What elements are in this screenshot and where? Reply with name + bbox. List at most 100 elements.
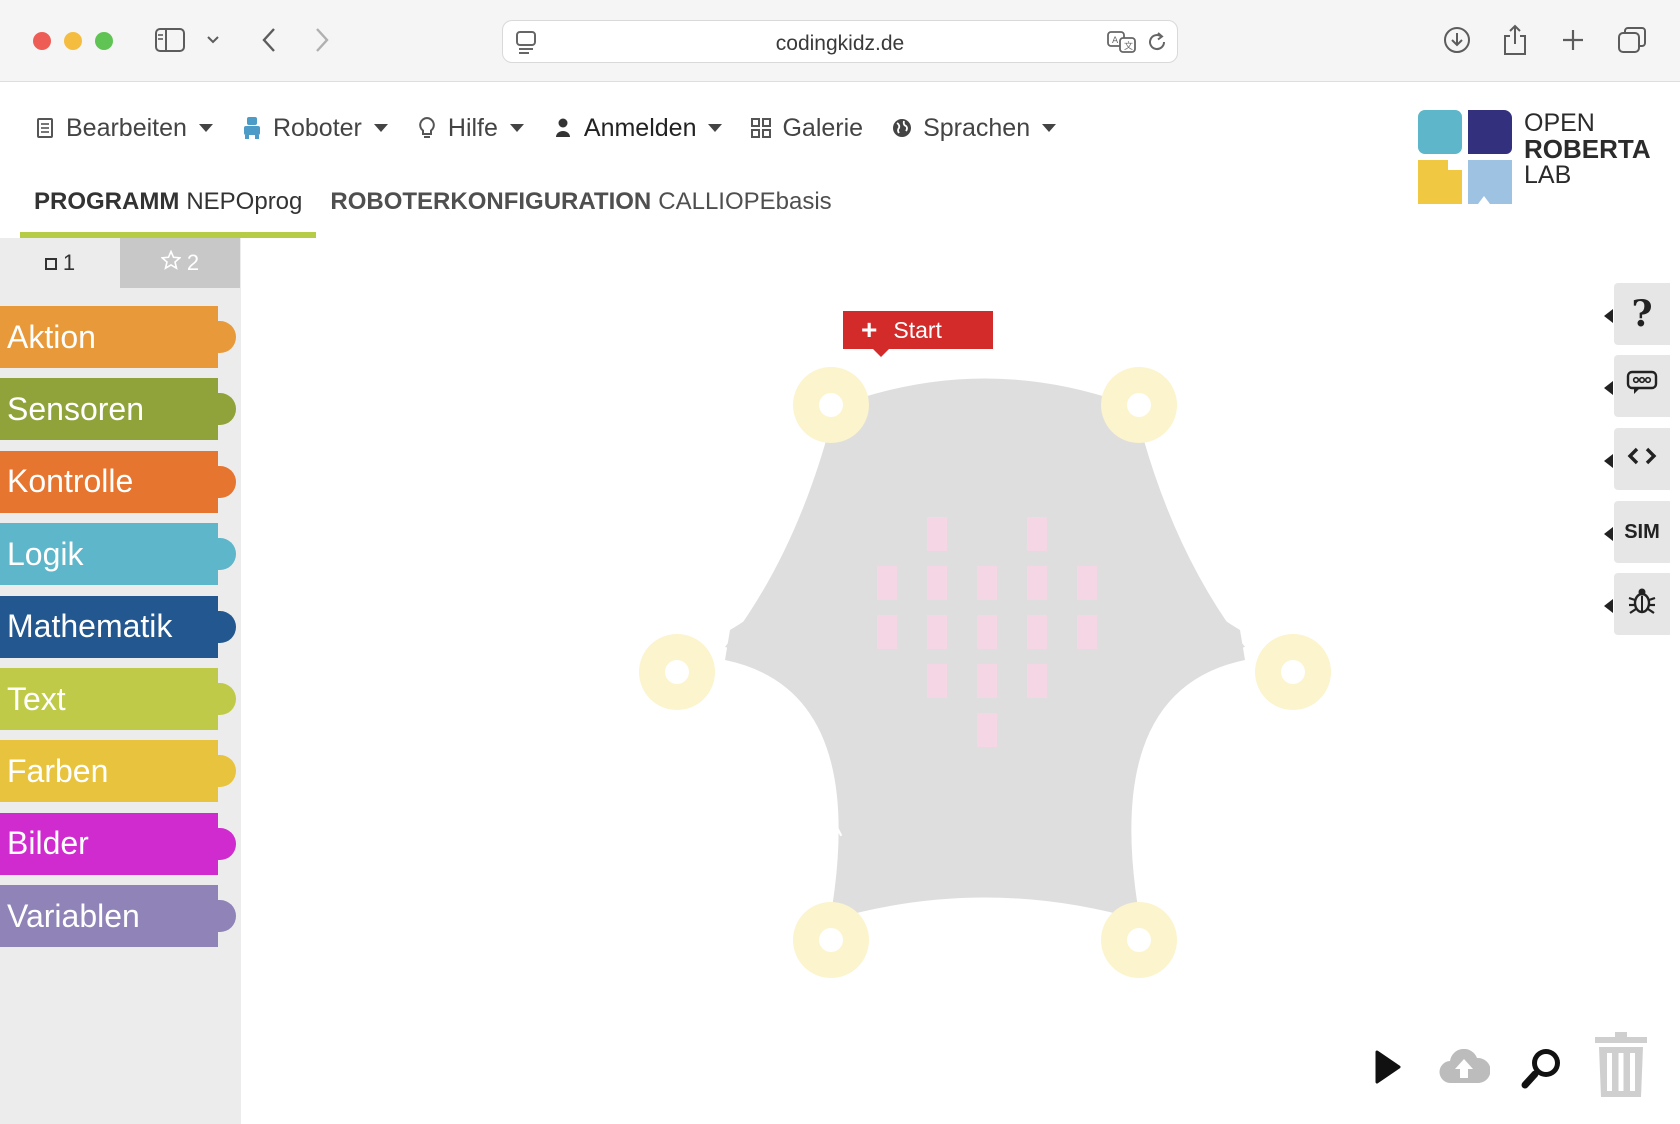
grid-icon <box>750 116 772 140</box>
close-window-button[interactable] <box>33 32 51 50</box>
toolbox-level-tabs: 1 2 <box>0 238 241 288</box>
robot-icon <box>241 116 263 140</box>
menu-sprachen-label: Sprachen <box>923 113 1031 142</box>
sim-label: SIM <box>1624 520 1660 543</box>
start-block-label: Start <box>893 316 942 343</box>
tab-robot-config[interactable]: ROBOTERKONFIGURATION CALLIOPEbasis <box>316 182 845 238</box>
help-icon: ? <box>1631 293 1653 335</box>
expand-arrow-icon <box>1604 309 1613 323</box>
start-block[interactable]: + Start <box>843 311 993 357</box>
trash-button[interactable] <box>1590 1030 1652 1100</box>
open-roberta-logo[interactable]: OPEN ROBERTA LAB <box>1418 110 1658 204</box>
toolbox-category-variablen[interactable]: Variablen <box>0 885 236 948</box>
code-view-button[interactable] <box>1604 428 1670 490</box>
toolbox-tab-beginner[interactable]: 1 <box>0 238 120 288</box>
new-tab-icon[interactable] <box>1556 20 1590 60</box>
menu-anmelden-label: Anmelden <box>583 113 697 142</box>
menu-roboter[interactable]: Roboter <box>241 114 388 143</box>
tab-program[interactable]: PROGRAMM NEPOprog <box>20 182 317 238</box>
trash-icon <box>1595 1032 1647 1097</box>
toolbox-tab-expert[interactable]: 2 <box>120 238 240 288</box>
toolbox-category-label: Text <box>7 680 66 717</box>
tab-overview-icon[interactable] <box>1615 20 1649 60</box>
play-icon <box>1375 1050 1401 1084</box>
menu-roboter-label: Roboter <box>272 113 362 142</box>
toolbox-category-label: Sensoren <box>7 390 144 427</box>
code-icon <box>1626 446 1658 472</box>
toolbox-category-text[interactable]: Text <box>0 668 236 730</box>
calliope-mini-board: CALLIOPE mini <box>639 367 1331 978</box>
help-button[interactable]: ? <box>1604 283 1670 345</box>
logo-text: OPEN ROBERTA LAB <box>1524 110 1651 188</box>
menu-anmelden[interactable]: Anmelden <box>552 114 723 143</box>
svg-text:文: 文 <box>1124 40 1133 52</box>
tab-program-name: NEPOprog <box>186 188 303 215</box>
reload-icon[interactable] <box>1145 30 1169 54</box>
tab-config-name: CALLIOPEbasis <box>658 188 832 215</box>
menu-galerie[interactable]: Galerie <box>750 114 863 143</box>
toolbox-category-aktion[interactable]: Aktion <box>0 306 236 368</box>
run-button[interactable] <box>1370 1036 1406 1098</box>
toolbox-category-sensoren[interactable]: Sensoren <box>0 378 236 441</box>
toolbox-category-bilder[interactable]: Bilder <box>0 812 236 875</box>
debug-button[interactable] <box>1604 573 1670 635</box>
lightbulb-icon <box>416 116 438 140</box>
caret-down-icon <box>1042 124 1057 132</box>
caret-down-icon <box>373 124 388 132</box>
chevron-down-icon[interactable] <box>203 20 223 60</box>
toolbox-category-mathematik[interactable]: Mathematik <box>0 595 236 658</box>
plus-icon[interactable]: + <box>861 316 877 344</box>
cloud-upload-icon <box>1439 1049 1490 1084</box>
back-icon[interactable] <box>255 20 283 60</box>
toolbox-category-label: Mathematik <box>7 608 173 645</box>
caret-down-icon <box>198 124 213 132</box>
toolbox-category-label: Bilder <box>7 825 89 862</box>
tab-program-key: PROGRAMM <box>34 188 180 215</box>
star-icon <box>160 249 182 276</box>
app-header: Bearbeiten Roboter Hilfe Anmelden Galeri… <box>0 82 1680 238</box>
globe-icon <box>891 116 913 140</box>
toolbox-category-label: Aktion <box>7 318 96 355</box>
document-icon <box>34 116 56 140</box>
simulation-button[interactable]: SIM <box>1604 501 1670 563</box>
url-text: codingkidz.de <box>775 32 905 55</box>
menu-bearbeiten[interactable]: Bearbeiten <box>34 114 213 143</box>
menu-hilfe[interactable]: Hilfe <box>416 114 524 143</box>
logo-line-1: OPEN <box>1524 109 1595 137</box>
editor-tabs: PROGRAMM NEPOprog ROBOTERKONFIGURATION C… <box>20 182 846 238</box>
expand-arrow-icon <box>1604 599 1613 613</box>
toolbox-category-kontrolle[interactable]: Kontrolle <box>0 450 236 513</box>
sidebar-toggle-icon[interactable] <box>152 20 188 60</box>
share-icon[interactable] <box>1498 20 1532 60</box>
zoom-reset-button[interactable] <box>1518 1036 1568 1098</box>
user-icon <box>552 116 574 140</box>
toolbox-tab-expert-label: 2 <box>186 250 200 275</box>
minimize-window-button[interactable] <box>64 32 82 50</box>
blockly-toolbox: 1 2 Aktion Sensoren Kontrolle Logik Mathemat… <box>0 238 241 1124</box>
menu-galerie-label: Galerie <box>782 113 864 142</box>
svg-text:A: A <box>1112 36 1119 46</box>
expand-arrow-icon <box>1604 527 1613 541</box>
browser-toolbar: codingkidz.de A文 <box>0 0 1680 82</box>
toolbox-category-label: Logik <box>7 535 84 572</box>
menu-sprachen[interactable]: Sprachen <box>891 113 1057 143</box>
bug-icon <box>1627 586 1657 622</box>
zoom-window-button[interactable] <box>95 32 113 50</box>
toolbox-category-farben[interactable]: Farben <box>0 740 236 803</box>
toolbox-category-label: Kontrolle <box>7 463 134 500</box>
upload-button[interactable] <box>1436 1036 1492 1098</box>
toolbox-tab-beginner-label: 1 <box>62 250 76 275</box>
download-icon[interactable] <box>1440 20 1474 60</box>
forward-icon[interactable] <box>308 20 336 60</box>
menu-hilfe-label: Hilfe <box>447 113 498 142</box>
magnifier-icon <box>1521 1049 1560 1089</box>
expand-arrow-icon <box>1604 381 1613 395</box>
square-icon <box>44 250 57 276</box>
caret-down-icon <box>509 124 524 132</box>
toolbox-category-logik[interactable]: Logik <box>0 523 236 586</box>
toolbox-category-label: Farben <box>7 752 109 789</box>
info-button[interactable] <box>1604 355 1670 417</box>
translate-icon[interactable]: A文 <box>1107 30 1137 54</box>
menu-bearbeiten-label: Bearbeiten <box>66 113 187 142</box>
address-bar[interactable]: codingkidz.de A文 <box>502 20 1178 63</box>
